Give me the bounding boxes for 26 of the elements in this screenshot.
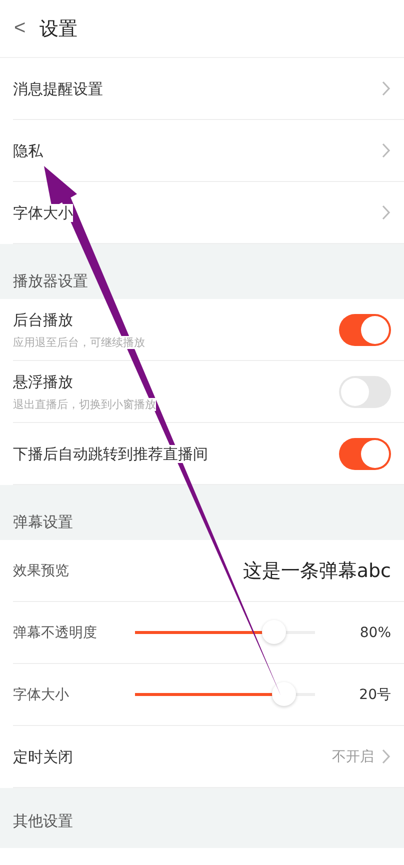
danmaku-preview: 这是一条弹幕abc — [242, 558, 391, 584]
toggle-switch[interactable] — [339, 376, 391, 408]
row-value: 不开启 — [332, 748, 374, 766]
row-label: 悬浮播放 — [13, 372, 73, 390]
slider-thumb[interactable] — [272, 682, 296, 706]
row-label: 下播后自动跳转到推荐直播间 — [13, 444, 208, 462]
slider-reading: 20号 — [358, 686, 391, 704]
section-header: 其他设置 — [13, 812, 73, 830]
row-label[interactable]: 定时关闭 — [13, 748, 73, 766]
back-button[interactable]: < — [14, 17, 26, 40]
section-header: 弹幕设置 — [13, 513, 73, 532]
row-label[interactable]: 隐私 — [13, 142, 43, 160]
section-header: 播放器设置 — [13, 272, 88, 291]
row-description: 应用退至后台，可继续播放 — [13, 336, 145, 348]
row-label: 弹幕不透明度 — [13, 624, 98, 642]
row-label: 字体大小 — [13, 686, 70, 704]
toggle-switch[interactable] — [339, 314, 391, 346]
toggle-switch[interactable] — [339, 438, 391, 470]
page-title: 设置 — [40, 16, 78, 42]
row-label: 效果预览 — [13, 562, 70, 580]
row-description: 退出直播后，切换到小窗播放 — [13, 398, 156, 410]
row-label: 后台播放 — [13, 310, 73, 328]
slider-thumb[interactable] — [262, 620, 286, 644]
slider-reading: 80% — [358, 624, 391, 640]
row-label[interactable]: 消息提醒设置 — [13, 80, 103, 98]
row-label[interactable]: 字体大小 — [13, 204, 73, 222]
